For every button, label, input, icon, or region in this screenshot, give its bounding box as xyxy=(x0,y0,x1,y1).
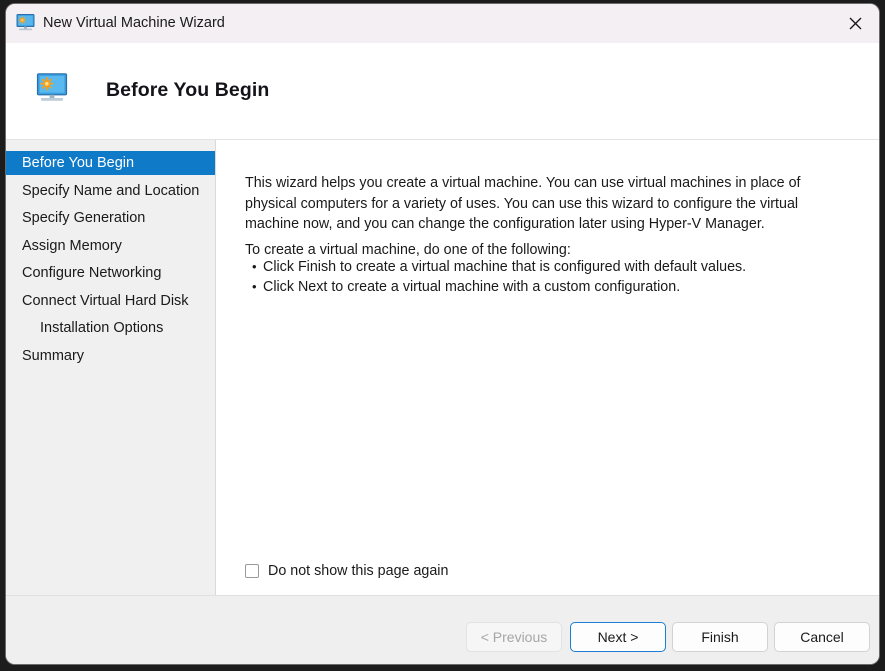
page-header: Before You Begin xyxy=(6,43,879,140)
finish-button[interactable]: Finish xyxy=(672,622,768,652)
wizard-steps-sidebar: Before You Begin Specify Name and Locati… xyxy=(6,140,216,595)
sidebar-item-label: Specify Generation xyxy=(22,210,146,226)
close-button[interactable] xyxy=(832,4,879,43)
sidebar-item-specify-generation[interactable]: Specify Generation xyxy=(6,206,215,230)
sidebar-item-label: Assign Memory xyxy=(22,238,122,254)
sidebar-item-label: Installation Options xyxy=(40,320,164,336)
do-not-show-again-checkbox-row[interactable]: Do not show this page again xyxy=(245,561,448,581)
wizard-window: New Virtual Machine Wizard Before You Be… xyxy=(6,4,879,664)
cancel-button-label: Cancel xyxy=(800,629,844,645)
close-icon xyxy=(849,17,862,30)
finish-button-label: Finish xyxy=(701,629,739,645)
sidebar-item-before-you-begin[interactable]: Before You Begin xyxy=(6,151,215,175)
checkbox-box[interactable] xyxy=(245,564,259,578)
sidebar-item-specify-name-and-location[interactable]: Specify Name and Location xyxy=(6,179,215,203)
list-item: Click Next to create a virtual machine w… xyxy=(245,277,845,298)
checkbox-label: Do not show this page again xyxy=(268,563,449,579)
intro-paragraph: This wizard helps you create a virtual m… xyxy=(245,175,801,233)
titlebar: New Virtual Machine Wizard xyxy=(6,4,879,44)
sidebar-item-label: Connect Virtual Hard Disk xyxy=(22,293,189,309)
cancel-button[interactable]: Cancel xyxy=(774,622,870,652)
sidebar-item-connect-virtual-hard-disk[interactable]: Connect Virtual Hard Disk xyxy=(6,289,215,313)
sidebar-item-assign-memory[interactable]: Assign Memory xyxy=(6,234,215,258)
previous-button-label: < Previous xyxy=(480,629,548,645)
wizard-content-panel: This wizard helps you create a virtual m… xyxy=(216,140,879,595)
next-button-label: Next > xyxy=(597,629,639,645)
options-list: Click Finish to create a virtual machine… xyxy=(245,257,845,298)
wizard-footer: < Previous Next > Finish Cancel xyxy=(6,595,879,664)
sidebar-item-label: Before You Begin xyxy=(22,155,135,171)
next-button[interactable]: Next > xyxy=(570,622,666,652)
sidebar-item-label: Specify Name and Location xyxy=(22,183,200,199)
sidebar-item-configure-networking[interactable]: Configure Networking xyxy=(6,261,215,285)
list-item: Click Finish to create a virtual machine… xyxy=(245,257,845,278)
virtual-machine-monitor-icon xyxy=(16,14,35,31)
sidebar-item-summary[interactable]: Summary xyxy=(6,344,215,368)
window-title: New Virtual Machine Wizard xyxy=(43,15,225,31)
sidebar-item-label: Summary xyxy=(22,348,85,364)
previous-button[interactable]: < Previous xyxy=(466,622,562,652)
sidebar-item-installation-options[interactable]: Installation Options xyxy=(6,316,215,340)
page-title: Before You Begin xyxy=(106,79,270,101)
wizard-body: Before You Begin Specify Name and Locati… xyxy=(6,140,879,595)
virtual-machine-monitor-icon xyxy=(36,73,68,103)
sidebar-item-label: Configure Networking xyxy=(22,265,162,281)
